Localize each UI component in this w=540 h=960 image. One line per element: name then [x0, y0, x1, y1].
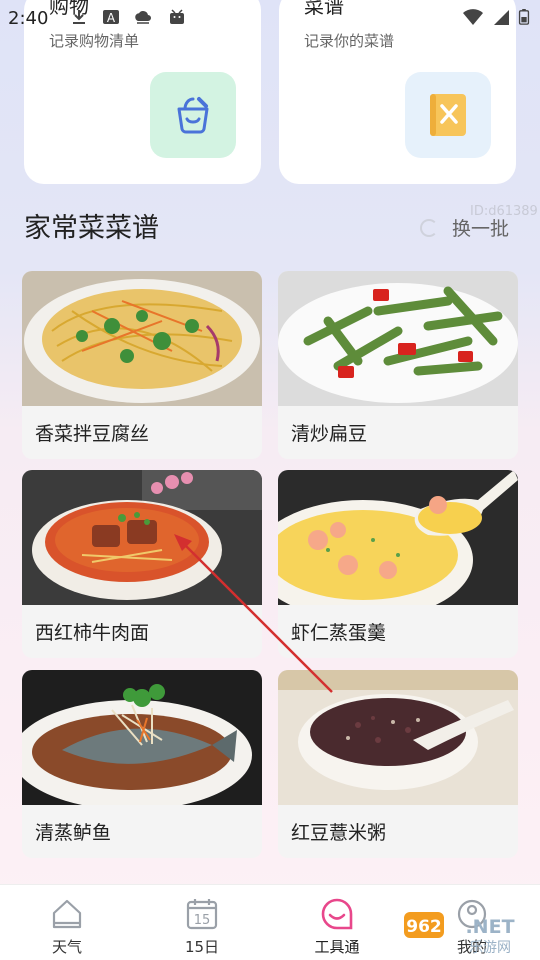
recipe-photo [22, 670, 262, 805]
recipe-name: 清炒扁豆 [291, 423, 368, 445]
tools-smile-icon [321, 898, 353, 930]
nav-item-15day[interactable]: 15 15日 [152, 885, 252, 960]
recipe-card[interactable]: 香菜拌豆腐丝 [22, 271, 262, 459]
status-time: 2:40 [8, 8, 49, 29]
refresh-label: 换一批 [452, 217, 510, 240]
refresh-icon [420, 219, 438, 237]
section-title: 家常菜菜谱 [24, 213, 159, 244]
recipe-name: 清蒸鲈鱼 [35, 822, 112, 844]
text-a-icon: A [103, 10, 119, 25]
nav-label: 天气 [51, 938, 82, 956]
svg-text:962: 962 [406, 917, 442, 937]
signal-icon [494, 10, 509, 25]
svg-text:.NET: .NET [465, 916, 514, 938]
android-icon [170, 9, 184, 24]
recipe-photo [278, 470, 518, 605]
recipe-name: 红豆薏米粥 [291, 822, 387, 844]
battery-icon [518, 9, 530, 25]
recipe-name: 香菜拌豆腐丝 [35, 423, 150, 445]
nav-item-tools[interactable]: 工具通 [287, 885, 387, 960]
cloud-icon [135, 11, 151, 24]
nav-label: 工具通 [314, 938, 360, 956]
recipe-photo [278, 271, 518, 406]
recipe-name: 虾仁蒸蛋羹 [291, 622, 387, 644]
calendar-icon: 15 [186, 899, 218, 930]
recipe-card[interactable]: 清蒸鲈鱼 [22, 670, 262, 858]
recipe-card[interactable]: 红豆薏米粥 [278, 670, 518, 858]
shopping-basket-icon [177, 97, 209, 134]
status-bar: 2:40 A [0, 0, 540, 34]
brand-watermark-logo: 962 .NET 乐游网 [404, 912, 515, 956]
recipe-photo [278, 670, 518, 805]
recipe-photo [22, 470, 262, 605]
svg-text:A: A [107, 11, 116, 25]
svg-text:15: 15 [194, 913, 211, 928]
refresh-button[interactable]: 换一批 [420, 212, 509, 242]
recipe-book-icon [430, 94, 466, 136]
weather-home-icon [52, 899, 82, 929]
recipe-card[interactable]: 西红柿牛肉面 [22, 470, 262, 658]
recipe-photo [22, 271, 262, 406]
recipe-card[interactable]: 清炒扁豆 [278, 271, 518, 459]
recipe-card[interactable]: 虾仁蒸蛋羹 [278, 470, 518, 658]
download-icon [73, 10, 85, 24]
tool-icon-box [405, 72, 491, 158]
recipe-name: 西红柿牛肉面 [35, 622, 150, 644]
wifi-icon [463, 9, 483, 25]
nav-item-weather[interactable]: 天气 [17, 885, 117, 960]
nav-label: 15日 [184, 938, 220, 956]
svg-text:乐游网: 乐游网 [469, 940, 511, 956]
tool-icon-box [150, 72, 236, 158]
